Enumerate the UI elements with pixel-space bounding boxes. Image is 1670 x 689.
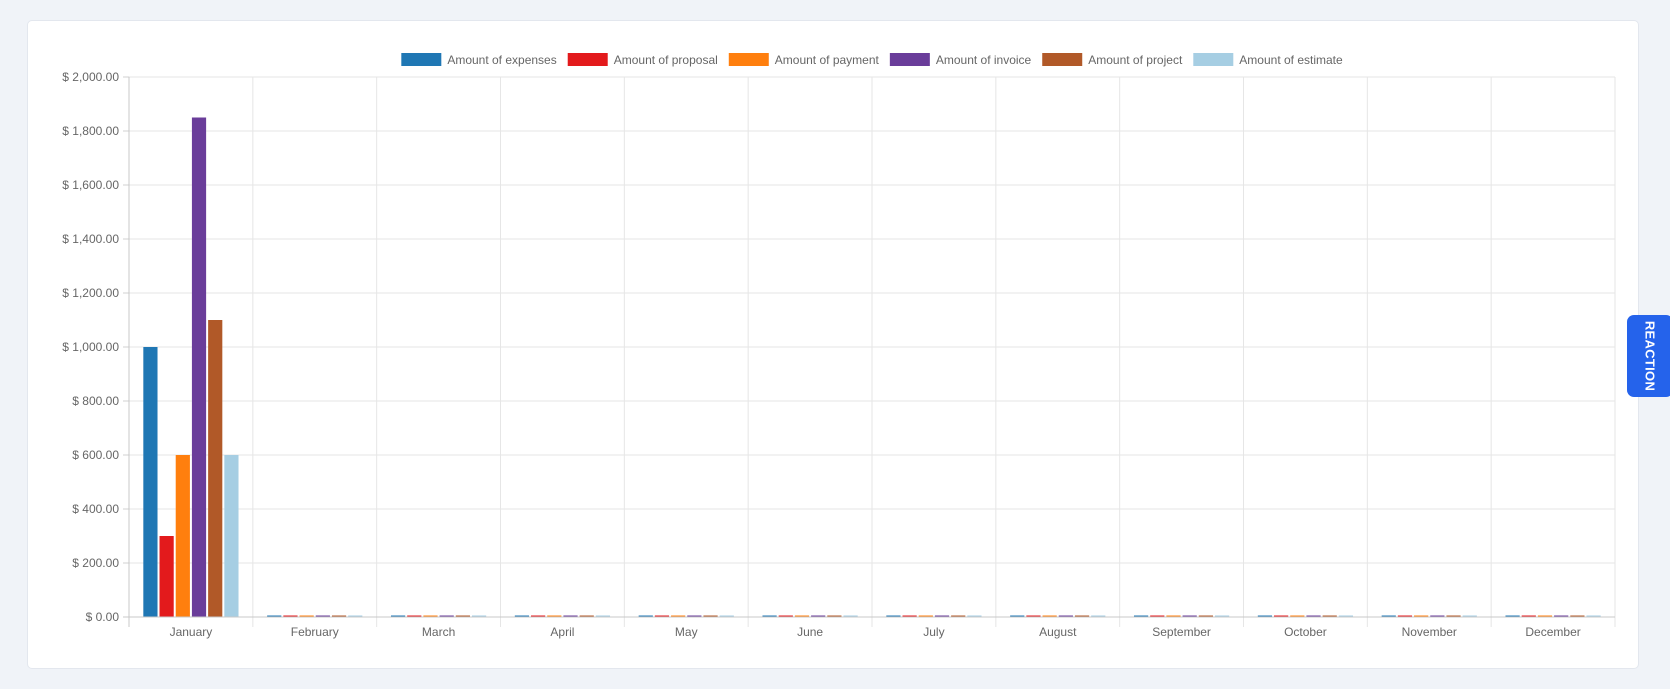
legend-swatch <box>401 53 442 66</box>
legend-label: Amount of payment <box>775 53 880 67</box>
y-tick-label: $ 400.00 <box>72 502 119 516</box>
legend-swatch <box>889 53 930 66</box>
legend-swatch <box>1193 53 1234 66</box>
x-tick-label: January <box>170 625 213 639</box>
x-tick-label: February <box>291 625 339 639</box>
axes: $ 0.00 $ 200.00 $ 400.00 $ 600.00 $ 800.00 $ … <box>62 70 1615 639</box>
legend-label: Amount of proposal <box>614 53 718 67</box>
x-tick-label: August <box>1039 625 1077 639</box>
x-tick-label: December <box>1525 625 1580 639</box>
x-tick-label: July <box>923 625 944 639</box>
y-tick-label: $ 2,000.00 <box>62 70 119 84</box>
bar[interactable] <box>175 455 190 617</box>
y-tick-label: $ 0.00 <box>86 610 120 624</box>
legend-label: Amount of invoice <box>936 53 1032 67</box>
x-tick-label: March <box>422 625 455 639</box>
legend: Amount of expenses Amount of proposal Amou… <box>401 53 1343 67</box>
bar[interactable] <box>159 536 174 617</box>
legend-swatch <box>1042 53 1083 66</box>
bar[interactable] <box>143 347 158 617</box>
legend-item[interactable]: Amount of payment <box>728 53 880 67</box>
legend-swatch <box>728 53 769 66</box>
x-tick-label: September <box>1152 625 1211 639</box>
bar[interactable] <box>191 117 207 618</box>
x-tick-label: April <box>550 625 574 639</box>
legend-item[interactable]: Amount of expenses <box>401 53 557 67</box>
y-tick-label: $ 1,400.00 <box>62 232 119 246</box>
bar[interactable] <box>208 320 223 617</box>
y-tick-label: $ 1,600.00 <box>62 178 119 192</box>
y-tick-label: $ 600.00 <box>72 448 119 462</box>
bar[interactable] <box>224 455 239 617</box>
y-tick-label: $ 1,800.00 <box>62 124 119 138</box>
legend-label: Amount of project <box>1088 53 1183 67</box>
y-tick-label: $ 1,200.00 <box>62 286 119 300</box>
legend-item[interactable]: Amount of project <box>1042 53 1183 67</box>
legend-swatch <box>567 53 608 66</box>
legend-label: Amount of expenses <box>447 53 556 67</box>
bar-chart: $ 0.00 $ 200.00 $ 400.00 $ 600.00 $ 800.00 $ … <box>62 53 1616 639</box>
legend-label: Amount of estimate <box>1239 53 1343 67</box>
x-tick-label: May <box>675 625 698 639</box>
grid <box>129 76 1616 627</box>
legend-item[interactable]: Amount of proposal <box>567 53 718 67</box>
y-tick-label: $ 200.00 <box>72 556 119 570</box>
legend-item[interactable]: Amount of estimate <box>1193 53 1343 67</box>
legend-item[interactable]: Amount of invoice <box>889 53 1032 67</box>
x-tick-label: November <box>1402 625 1457 639</box>
reaction-button-label: REACTION <box>1642 320 1658 392</box>
x-tick-label: October <box>1284 625 1327 639</box>
x-tick-label: June <box>797 625 823 639</box>
y-tick-label: $ 1,000.00 <box>62 340 119 354</box>
reaction-button[interactable]: REACTION <box>1627 315 1670 397</box>
y-tick-label: $ 800.00 <box>72 394 119 408</box>
